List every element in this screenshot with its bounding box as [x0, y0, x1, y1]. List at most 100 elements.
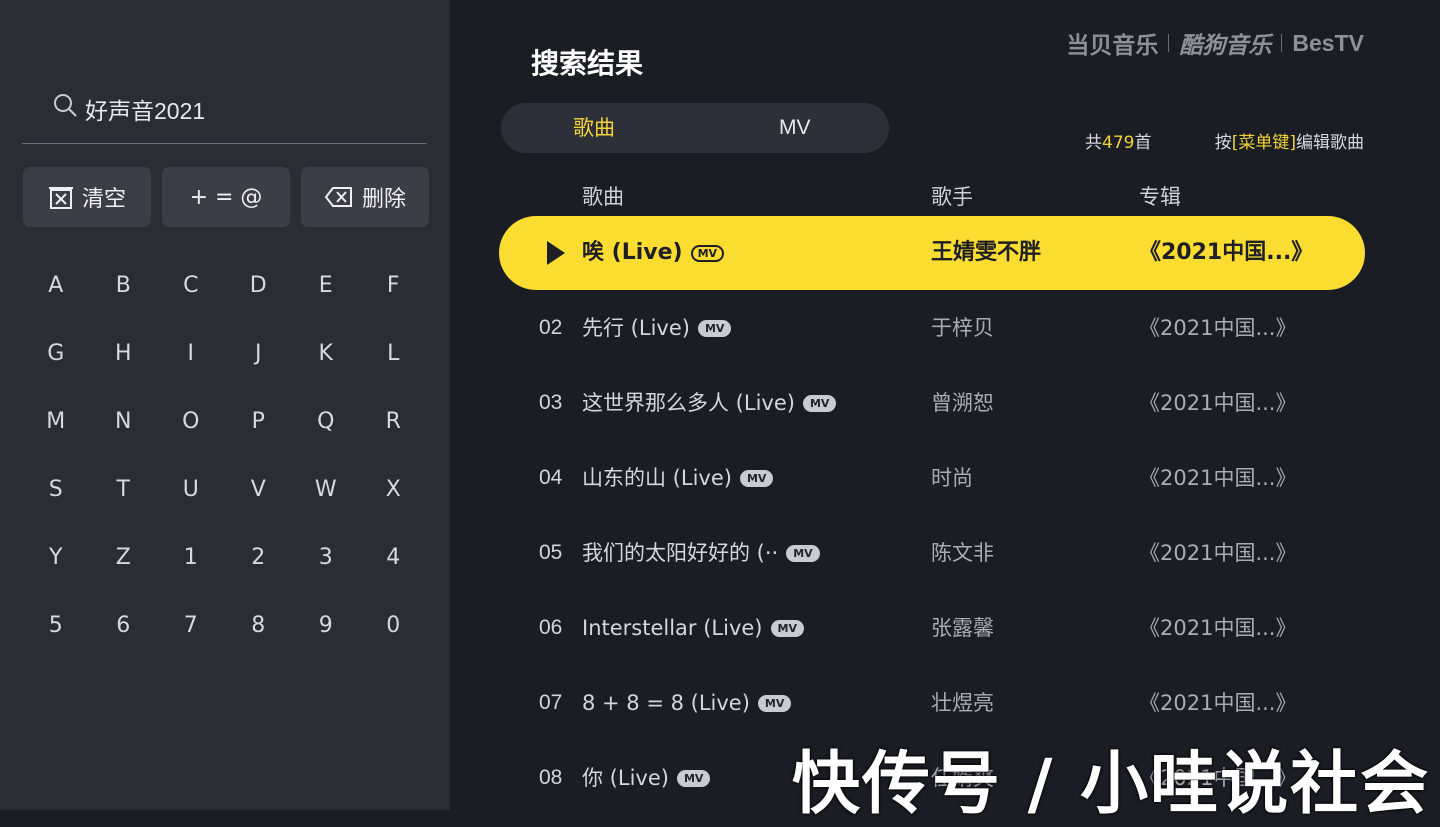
- song-row[interactable]: 03 这世界那么多人 (Live) MV 曾溯恕 《2021中国...》: [499, 366, 1365, 440]
- song-row[interactable]: 唉 (Live) MV 王婧雯不胖 《2021中国...》: [499, 216, 1365, 290]
- song-title-text: Interstellar (Live): [582, 616, 763, 640]
- key[interactable]: W: [292, 455, 360, 523]
- total-number: 479: [1102, 133, 1135, 153]
- song-title: 你 (Live) MV: [582, 741, 711, 815]
- hint-key: [菜单键]: [1231, 133, 1296, 153]
- delete-button[interactable]: 删除: [301, 167, 429, 227]
- song-row[interactable]: 05 我们的太阳好好的 (·· MV 陈文非 《2021中国...》: [499, 516, 1365, 590]
- key[interactable]: M: [22, 387, 90, 455]
- key[interactable]: E: [292, 251, 360, 319]
- album: 《2021中国...》: [1139, 240, 1314, 265]
- clear-button[interactable]: 清空: [23, 167, 151, 227]
- brand-logos: 当贝音乐 酷狗音乐 BesTV: [1066, 26, 1364, 60]
- page-title: 搜索结果: [531, 47, 644, 80]
- key[interactable]: V: [225, 455, 293, 523]
- track-number: 04: [539, 466, 563, 489]
- singer: 于梓贝: [931, 316, 994, 340]
- key[interactable]: U: [157, 455, 225, 523]
- key[interactable]: 8: [225, 591, 293, 659]
- search-field[interactable]: 好声音2021: [22, 86, 427, 144]
- watermark: 快传号 / 小哇说社会: [792, 745, 1431, 824]
- key[interactable]: 0: [360, 591, 428, 659]
- search-query: 好声音2021: [85, 98, 206, 124]
- tab-songs[interactable]: 歌曲: [573, 103, 615, 153]
- total-suffix: 首: [1134, 133, 1152, 153]
- key[interactable]: N: [90, 387, 158, 455]
- key[interactable]: R: [360, 387, 428, 455]
- song-title: 8 + 8 = 8 (Live) MV: [582, 666, 792, 740]
- brand-kugou: 酷狗音乐: [1179, 33, 1272, 59]
- mv-badge: MV: [802, 394, 837, 412]
- key[interactable]: A: [22, 251, 90, 319]
- key[interactable]: Z: [90, 523, 158, 591]
- track-number: 05: [539, 541, 563, 564]
- track-number: 02: [539, 316, 563, 339]
- clear-label: 清空: [81, 187, 126, 212]
- column-singer: 歌手: [931, 185, 973, 209]
- key[interactable]: 3: [292, 523, 360, 591]
- key[interactable]: C: [157, 251, 225, 319]
- album: 《2021中国...》: [1139, 316, 1297, 340]
- key[interactable]: 7: [157, 591, 225, 659]
- track-number: 08: [539, 766, 563, 789]
- key[interactable]: T: [90, 455, 158, 523]
- song-title: 这世界那么多人 (Live) MV: [582, 366, 837, 440]
- song-row[interactable]: 06 Interstellar (Live) MV 张露馨 《2021中国...》: [499, 591, 1365, 665]
- key[interactable]: I: [157, 319, 225, 387]
- track-number: 03: [539, 391, 563, 414]
- brand-divider: [1168, 34, 1170, 52]
- clear-icon: [48, 187, 73, 209]
- mv-badge: MV: [757, 694, 792, 712]
- song-title-text: 山东的山 (Live): [582, 466, 732, 490]
- mv-badge: MV: [676, 769, 711, 787]
- key[interactable]: S: [22, 455, 90, 523]
- key[interactable]: B: [90, 251, 158, 319]
- key[interactable]: L: [360, 319, 428, 387]
- key[interactable]: Y: [22, 523, 90, 591]
- singer: 曾溯恕: [931, 391, 994, 415]
- column-song: 歌曲: [582, 185, 624, 209]
- brand-bestv: BesTV: [1292, 29, 1364, 56]
- song-title: 先行 (Live) MV: [582, 291, 732, 365]
- key[interactable]: 2: [225, 523, 293, 591]
- singer: 陈文非: [931, 541, 994, 565]
- key[interactable]: Q: [292, 387, 360, 455]
- mv-badge: MV: [739, 469, 774, 487]
- symbols-button[interactable]: + = @: [162, 167, 290, 227]
- key[interactable]: 5: [22, 591, 90, 659]
- key[interactable]: 6: [90, 591, 158, 659]
- song-title-text: 8 + 8 = 8 (Live): [582, 691, 750, 715]
- song-title-text: 你 (Live): [582, 766, 669, 790]
- track-number: 07: [539, 691, 563, 714]
- hint-prefix: 按: [1214, 133, 1232, 153]
- tab-mv[interactable]: MV: [779, 103, 811, 153]
- album: 《2021中国...》: [1139, 391, 1297, 415]
- key[interactable]: 1: [157, 523, 225, 591]
- key[interactable]: K: [292, 319, 360, 387]
- total-count: 共479首: [1085, 128, 1151, 153]
- hint-suffix: 编辑歌曲: [1296, 133, 1364, 153]
- song-row[interactable]: 02 先行 (Live) MV 于梓贝 《2021中国...》: [499, 291, 1365, 365]
- key[interactable]: J: [225, 319, 293, 387]
- song-row[interactable]: 04 山东的山 (Live) MV 时尚 《2021中国...》: [499, 441, 1365, 515]
- key[interactable]: H: [90, 319, 158, 387]
- key[interactable]: X: [360, 455, 428, 523]
- key[interactable]: G: [22, 319, 90, 387]
- key[interactable]: F: [360, 251, 428, 319]
- key[interactable]: O: [157, 387, 225, 455]
- song-title: 我们的太阳好好的 (·· MV: [582, 516, 820, 590]
- track-number: 06: [539, 616, 563, 639]
- mv-badge: MV: [690, 244, 725, 262]
- symbols-label: + = @: [189, 184, 263, 210]
- result-tabs: 歌曲 MV: [501, 103, 889, 153]
- key[interactable]: D: [225, 251, 293, 319]
- mv-badge: MV: [697, 319, 732, 337]
- key[interactable]: 4: [360, 523, 428, 591]
- album: 《2021中国...》: [1139, 616, 1297, 640]
- brand-dangbei: 当贝音乐: [1066, 33, 1159, 59]
- singer: 时尚: [931, 466, 973, 490]
- album: 《2021中国...》: [1139, 541, 1297, 565]
- key[interactable]: P: [225, 387, 293, 455]
- keyboard-grid: ABCDEF GHIJKL MNOPQR STUVWX YZ1234 567890: [22, 251, 427, 659]
- key[interactable]: 9: [292, 591, 360, 659]
